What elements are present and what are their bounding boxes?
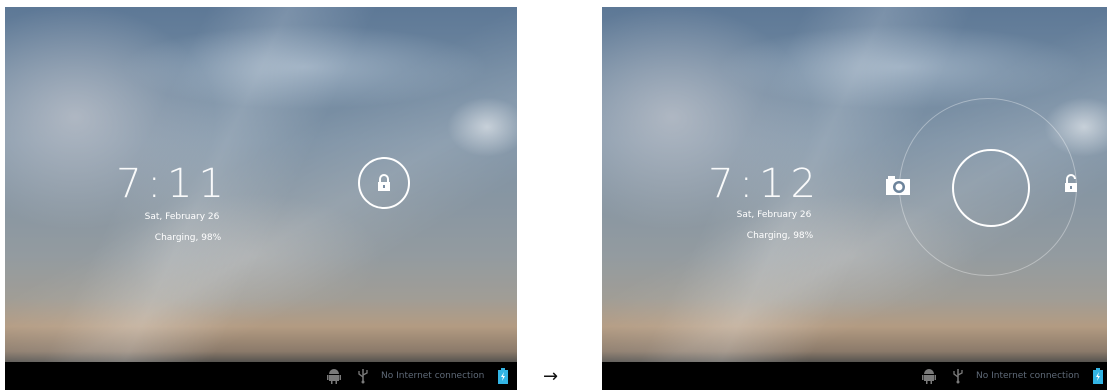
network-status-text: No Internet connection xyxy=(976,371,1080,381)
android-debug-icon xyxy=(922,369,936,384)
network-status-text: No Internet connection xyxy=(381,371,485,381)
transition-arrow: → xyxy=(543,366,559,387)
comparison-figure: 7:11 Sat, February 26 Charging, 98% No I… xyxy=(0,0,1107,390)
battery-icon xyxy=(498,368,508,384)
camera-icon[interactable] xyxy=(885,174,911,196)
clock-time: 7:11 xyxy=(116,161,230,207)
unlock-handle[interactable] xyxy=(358,157,410,209)
date-label: Sat, February 26 xyxy=(144,212,220,222)
unlock-handle[interactable] xyxy=(952,149,1030,227)
lockscreen-after: 7:12 Sat, February 26 Charging, 98% No I… xyxy=(602,7,1107,390)
charging-status: Charging, 98% xyxy=(154,233,222,243)
system-bar: No Internet connection xyxy=(602,362,1107,390)
unlock-icon[interactable] xyxy=(1062,173,1080,195)
clock-time: 7:12 xyxy=(708,161,822,207)
lock-icon xyxy=(378,174,390,191)
battery-icon xyxy=(1093,368,1103,384)
charging-status: Charging, 98% xyxy=(746,231,814,241)
date-label: Sat, February 26 xyxy=(736,210,812,220)
android-debug-icon xyxy=(327,369,341,384)
usb-icon xyxy=(953,369,963,384)
usb-icon xyxy=(358,369,368,384)
lockscreen-before: 7:11 Sat, February 26 Charging, 98% No I… xyxy=(5,7,517,390)
system-bar: No Internet connection xyxy=(5,362,517,390)
sky-wallpaper xyxy=(5,7,517,362)
